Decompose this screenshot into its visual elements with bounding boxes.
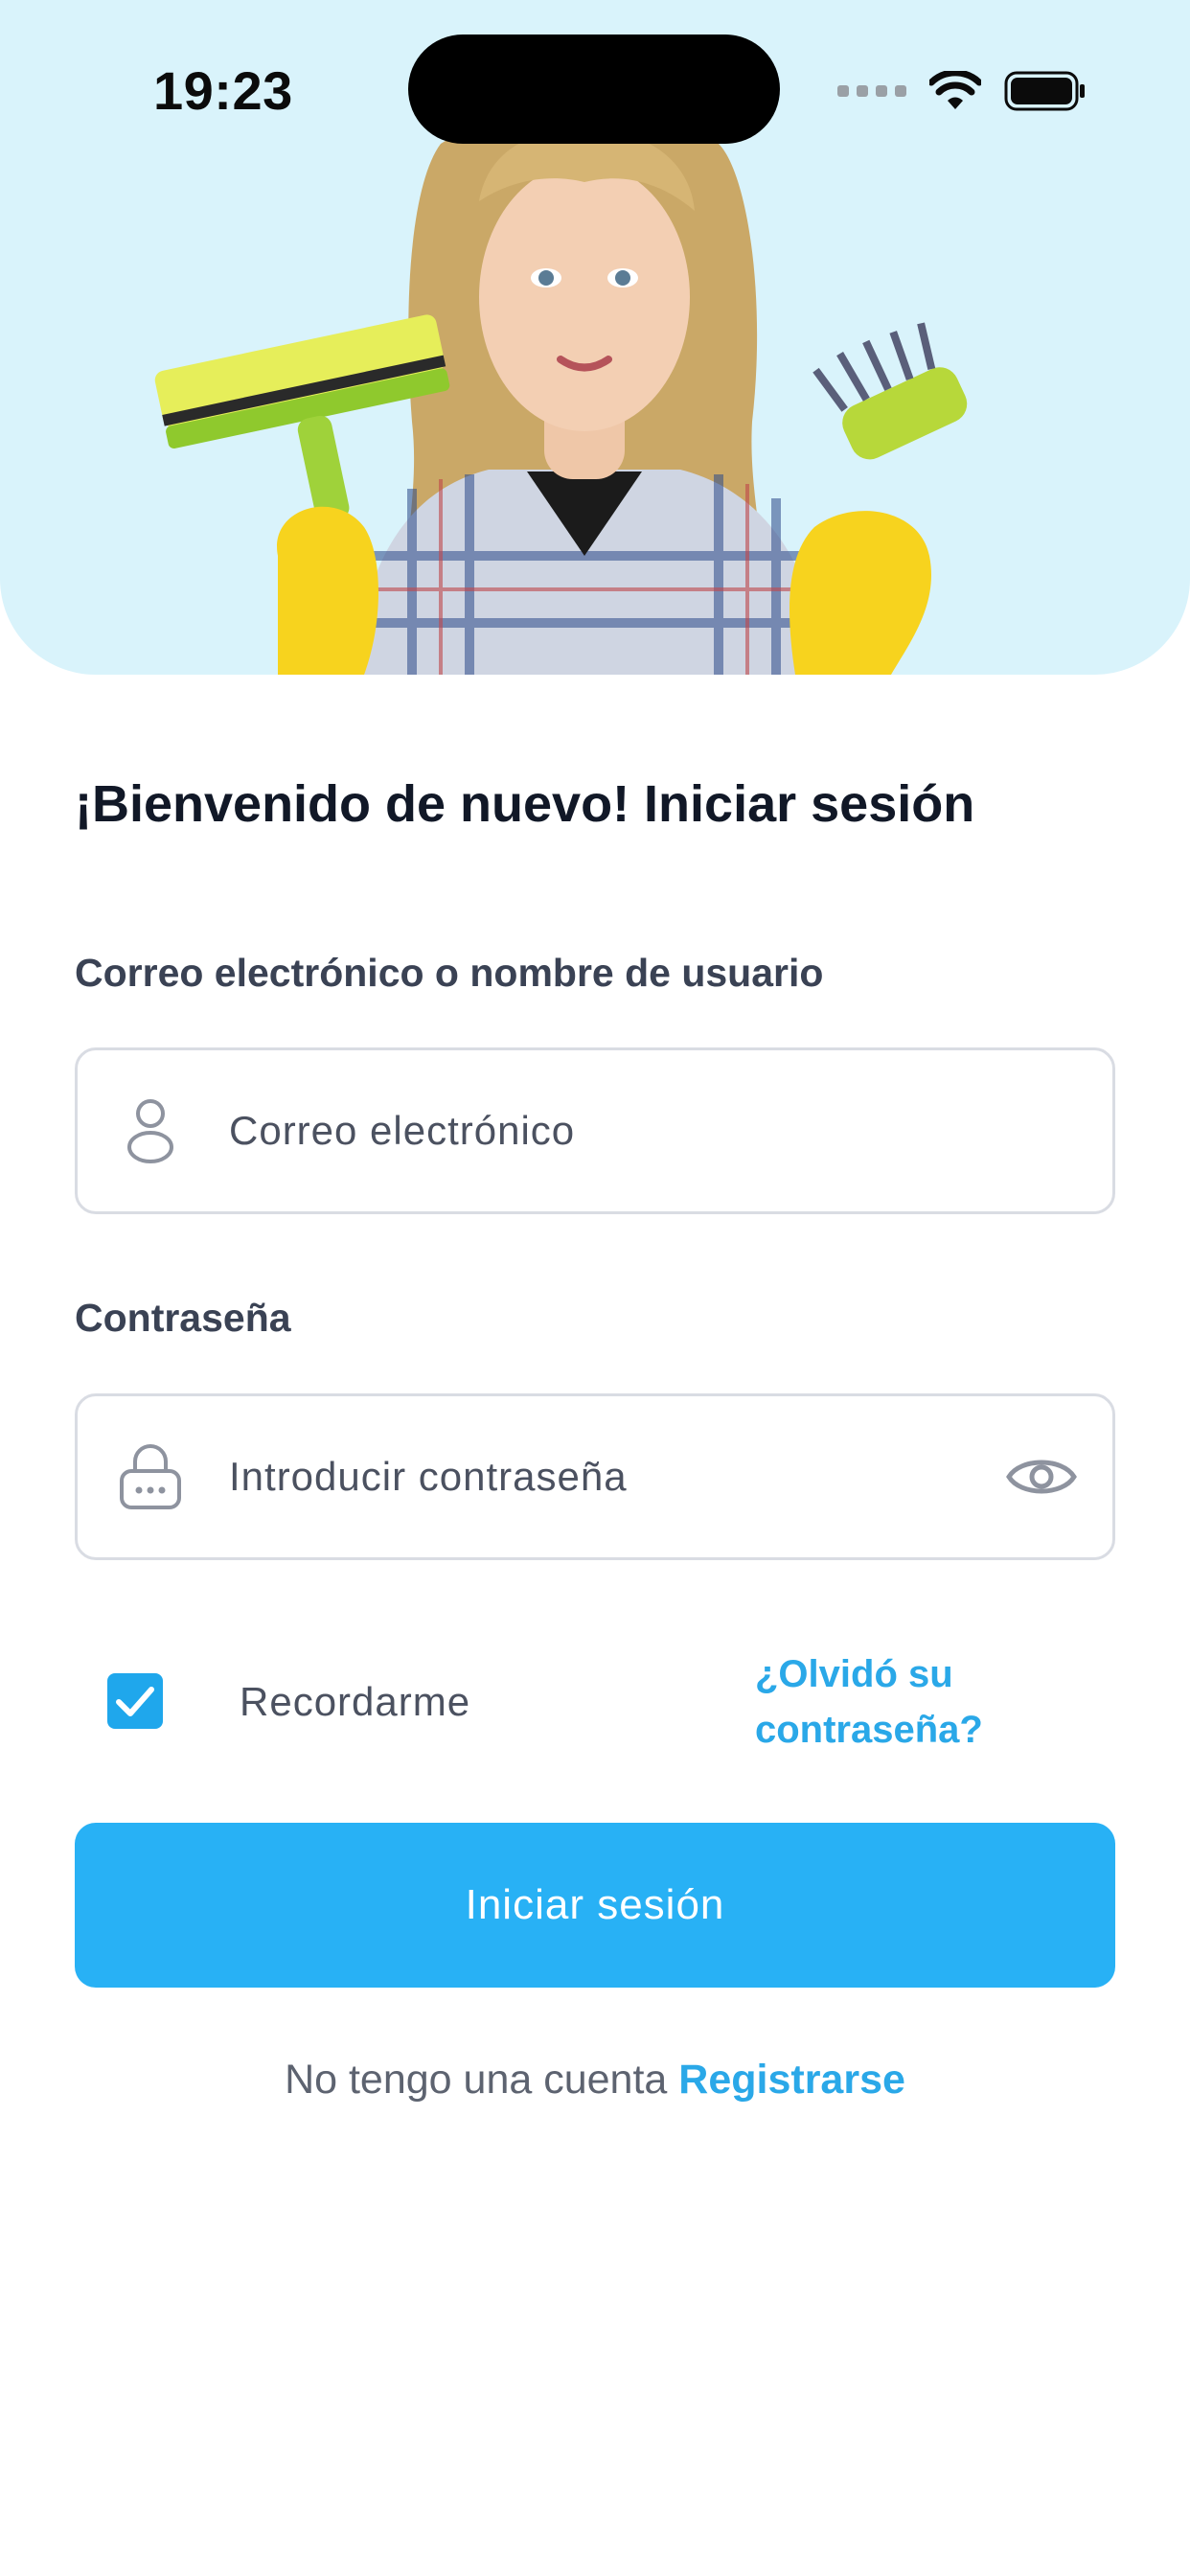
- checkmark-icon: [116, 1687, 154, 1716]
- forgot-password-link[interactable]: ¿Olvidó su contraseña?: [755, 1646, 1081, 1758]
- no-account-text: No tengo una cuenta: [285, 2057, 679, 2103]
- eye-icon[interactable]: [1005, 1448, 1078, 1506]
- password-label: Contraseña: [75, 1296, 291, 1340]
- forgot-line-1: ¿Olvidó su: [755, 1653, 953, 1695]
- status-icons: [837, 67, 1087, 115]
- page-title: ¡Bienvenido de nuevo! Iniciar sesión: [75, 775, 975, 833]
- signal-icon: [837, 85, 906, 97]
- battery-icon: [1004, 71, 1085, 111]
- wifi-icon: [929, 71, 981, 109]
- hero-photo: [154, 115, 968, 675]
- login-button[interactable]: Iniciar sesión: [75, 1823, 1115, 1988]
- password-field[interactable]: [75, 1393, 1115, 1560]
- remember-label: Recordarme: [240, 1679, 471, 1724]
- dynamic-island: [408, 34, 780, 144]
- status-time: 19:23: [153, 60, 293, 121]
- email-label: Correo electrónico o nombre de usuario: [75, 951, 824, 995]
- email-input[interactable]: [229, 1050, 1015, 1211]
- login-screen: 19:23 ¡Bienvenido de nuevo! Iniciar sesi…: [0, 0, 1190, 2576]
- email-field[interactable]: [75, 1047, 1115, 1214]
- remember-checkbox[interactable]: [107, 1673, 163, 1729]
- user-icon: [127, 1099, 173, 1163]
- remember-row: Recordarme ¿Olvidó su contraseña?: [75, 1639, 1115, 1773]
- register-link[interactable]: Registrarse: [678, 2057, 905, 2103]
- hero-header: 19:23: [0, 0, 1190, 675]
- forgot-line-2: contraseña?: [755, 1709, 983, 1751]
- password-input[interactable]: [229, 1396, 1015, 1557]
- lock-icon: [120, 1444, 181, 1509]
- signup-prompt: No tengo una cuenta Registrarse: [0, 2057, 1190, 2104]
